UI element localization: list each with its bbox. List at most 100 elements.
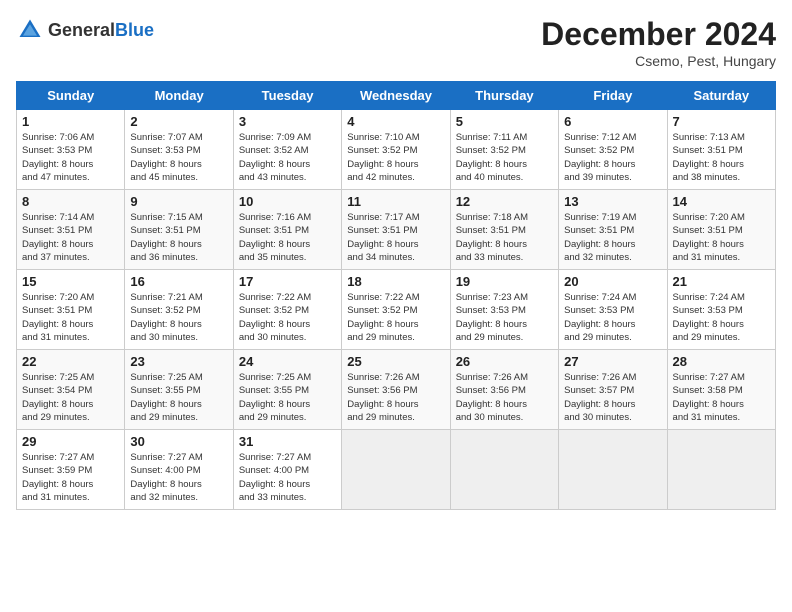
day-number-19: 19 (456, 274, 553, 289)
day-cell-24: 24 Sunrise: 7:25 AMSunset: 3:55 PMDayligh… (233, 350, 341, 430)
day-info-7: Sunrise: 7:13 AMSunset: 3:51 PMDaylight:… (673, 131, 770, 184)
day-cell-31: 31 Sunrise: 7:27 AMSunset: 4:00 PMDayligh… (233, 430, 341, 510)
day-info-27: Sunrise: 7:26 AMSunset: 3:57 PMDaylight:… (564, 371, 661, 424)
day-info-4: Sunrise: 7:10 AMSunset: 3:52 PMDaylight:… (347, 131, 444, 184)
logo: GeneralBlue (16, 16, 154, 44)
day-cell-6: 6 Sunrise: 7:12 AMSunset: 3:52 PMDaylight… (559, 110, 667, 190)
day-number-9: 9 (130, 194, 227, 209)
day-cell-16: 16Sunrise: 7:21 AMSunset: 3:52 PMDayligh… (125, 270, 233, 350)
day-info-16: Sunrise: 7:21 AMSunset: 3:52 PMDaylight:… (130, 291, 227, 344)
logo-icon (16, 16, 44, 44)
day-info-10: Sunrise: 7:16 AMSunset: 3:51 PMDaylight:… (239, 211, 336, 264)
title-block: December 2024 Csemo, Pest, Hungary (541, 16, 776, 69)
day-cell-1: 1 Sunrise: 7:06 AMSunset: 3:53 PMDaylight… (17, 110, 125, 190)
empty-cell (342, 430, 450, 510)
day-info-30: Sunrise: 7:27 AMSunset: 4:00 PMDaylight:… (130, 451, 227, 504)
day-number-10: 10 (239, 194, 336, 209)
day-cell-19: 19 Sunrise: 7:23 AMSunset: 3:53 PMDayligh… (450, 270, 558, 350)
week-row-2: 8Sunrise: 7:14 AMSunset: 3:51 PMDaylight… (17, 190, 776, 270)
day-cell-26: 26 Sunrise: 7:26 AMSunset: 3:56 PMDayligh… (450, 350, 558, 430)
day-number-24: 24 (239, 354, 336, 369)
day-number-25: 25 (347, 354, 444, 369)
day-info-13: Sunrise: 7:19 AMSunset: 3:51 PMDaylight:… (564, 211, 661, 264)
col-thursday: Thursday (450, 82, 558, 110)
day-number-27: 27 (564, 354, 661, 369)
day-number-7: 7 (673, 114, 770, 129)
col-tuesday: Tuesday (233, 82, 341, 110)
day-info-19: Sunrise: 7:23 AMSunset: 3:53 PMDaylight:… (456, 291, 553, 344)
day-number-14: 14 (673, 194, 770, 209)
day-number-8: 8 (22, 194, 119, 209)
day-number-1: 1 (22, 114, 119, 129)
day-info-23: Sunrise: 7:25 AMSunset: 3:55 PMDaylight:… (130, 371, 227, 424)
day-number-20: 20 (564, 274, 661, 289)
day-info-17: Sunrise: 7:22 AMSunset: 3:52 PMDaylight:… (239, 291, 336, 344)
day-info-5: Sunrise: 7:11 AMSunset: 3:52 PMDaylight:… (456, 131, 553, 184)
day-info-20: Sunrise: 7:24 AMSunset: 3:53 PMDaylight:… (564, 291, 661, 344)
day-cell-8: 8Sunrise: 7:14 AMSunset: 3:51 PMDaylight… (17, 190, 125, 270)
empty-cell (450, 430, 558, 510)
day-info-11: Sunrise: 7:17 AMSunset: 3:51 PMDaylight:… (347, 211, 444, 264)
day-info-18: Sunrise: 7:22 AMSunset: 3:52 PMDaylight:… (347, 291, 444, 344)
day-cell-18: 18 Sunrise: 7:22 AMSunset: 3:52 PMDayligh… (342, 270, 450, 350)
day-number-11: 11 (347, 194, 444, 209)
col-wednesday: Wednesday (342, 82, 450, 110)
day-cell-3: 3 Sunrise: 7:09 AMSunset: 3:52 AMDaylight… (233, 110, 341, 190)
day-number-3: 3 (239, 114, 336, 129)
day-number-4: 4 (347, 114, 444, 129)
day-number-31: 31 (239, 434, 336, 449)
day-number-26: 26 (456, 354, 553, 369)
col-friday: Friday (559, 82, 667, 110)
day-info-14: Sunrise: 7:20 AMSunset: 3:51 PMDaylight:… (673, 211, 770, 264)
day-number-23: 23 (130, 354, 227, 369)
day-info-6: Sunrise: 7:12 AMSunset: 3:52 PMDaylight:… (564, 131, 661, 184)
day-info-3: Sunrise: 7:09 AMSunset: 3:52 AMDaylight:… (239, 131, 336, 184)
day-number-22: 22 (22, 354, 119, 369)
day-cell-9: 9Sunrise: 7:15 AMSunset: 3:51 PMDaylight… (125, 190, 233, 270)
day-cell-25: 25 Sunrise: 7:26 AMSunset: 3:56 PMDayligh… (342, 350, 450, 430)
day-number-6: 6 (564, 114, 661, 129)
week-row-4: 22Sunrise: 7:25 AMSunset: 3:54 PMDayligh… (17, 350, 776, 430)
location-title: Csemo, Pest, Hungary (541, 53, 776, 69)
day-number-18: 18 (347, 274, 444, 289)
day-number-28: 28 (673, 354, 770, 369)
day-info-31: Sunrise: 7:27 AMSunset: 4:00 PMDaylight:… (239, 451, 336, 504)
week-row-3: 15Sunrise: 7:20 AMSunset: 3:51 PMDayligh… (17, 270, 776, 350)
day-cell-17: 17 Sunrise: 7:22 AMSunset: 3:52 PMDayligh… (233, 270, 341, 350)
day-number-21: 21 (673, 274, 770, 289)
day-info-15: Sunrise: 7:20 AMSunset: 3:51 PMDaylight:… (22, 291, 119, 344)
day-info-12: Sunrise: 7:18 AMSunset: 3:51 PMDaylight:… (456, 211, 553, 264)
day-info-21: Sunrise: 7:24 AMSunset: 3:53 PMDaylight:… (673, 291, 770, 344)
day-cell-2: 2 Sunrise: 7:07 AMSunset: 3:53 PMDaylight… (125, 110, 233, 190)
empty-cell (667, 430, 775, 510)
day-number-29: 29 (22, 434, 119, 449)
day-info-1: Sunrise: 7:06 AMSunset: 3:53 PMDaylight:… (22, 131, 119, 184)
day-cell-20: 20 Sunrise: 7:24 AMSunset: 3:53 PMDayligh… (559, 270, 667, 350)
day-cell-23: 23 Sunrise: 7:25 AMSunset: 3:55 PMDayligh… (125, 350, 233, 430)
day-info-24: Sunrise: 7:25 AMSunset: 3:55 PMDaylight:… (239, 371, 336, 424)
day-info-28: Sunrise: 7:27 AMSunset: 3:58 PMDaylight:… (673, 371, 770, 424)
month-title: December 2024 (541, 16, 776, 53)
day-cell-15: 15Sunrise: 7:20 AMSunset: 3:51 PMDayligh… (17, 270, 125, 350)
week-row-5: 29 Sunrise: 7:27 AMSunset: 3:59 PMDayligh… (17, 430, 776, 510)
day-cell-11: 11 Sunrise: 7:17 AMSunset: 3:51 PMDayligh… (342, 190, 450, 270)
calendar-table: Sunday Monday Tuesday Wednesday Thursday… (16, 81, 776, 510)
logo-blue-text: Blue (115, 20, 154, 40)
page-header: GeneralBlue December 2024 Csemo, Pest, H… (16, 16, 776, 69)
day-cell-28: 28 Sunrise: 7:27 AMSunset: 3:58 PMDayligh… (667, 350, 775, 430)
day-number-12: 12 (456, 194, 553, 209)
day-info-29: Sunrise: 7:27 AMSunset: 3:59 PMDaylight:… (22, 451, 119, 504)
day-cell-30: 30 Sunrise: 7:27 AMSunset: 4:00 PMDayligh… (125, 430, 233, 510)
calendar-header-row: Sunday Monday Tuesday Wednesday Thursday… (17, 82, 776, 110)
day-cell-7: 7 Sunrise: 7:13 AMSunset: 3:51 PMDaylight… (667, 110, 775, 190)
day-cell-21: 21 Sunrise: 7:24 AMSunset: 3:53 PMDayligh… (667, 270, 775, 350)
day-cell-14: 14 Sunrise: 7:20 AMSunset: 3:51 PMDayligh… (667, 190, 775, 270)
day-info-25: Sunrise: 7:26 AMSunset: 3:56 PMDaylight:… (347, 371, 444, 424)
day-number-30: 30 (130, 434, 227, 449)
day-number-2: 2 (130, 114, 227, 129)
day-info-2: Sunrise: 7:07 AMSunset: 3:53 PMDaylight:… (130, 131, 227, 184)
day-cell-22: 22Sunrise: 7:25 AMSunset: 3:54 PMDayligh… (17, 350, 125, 430)
day-number-13: 13 (564, 194, 661, 209)
day-number-17: 17 (239, 274, 336, 289)
day-info-26: Sunrise: 7:26 AMSunset: 3:56 PMDaylight:… (456, 371, 553, 424)
